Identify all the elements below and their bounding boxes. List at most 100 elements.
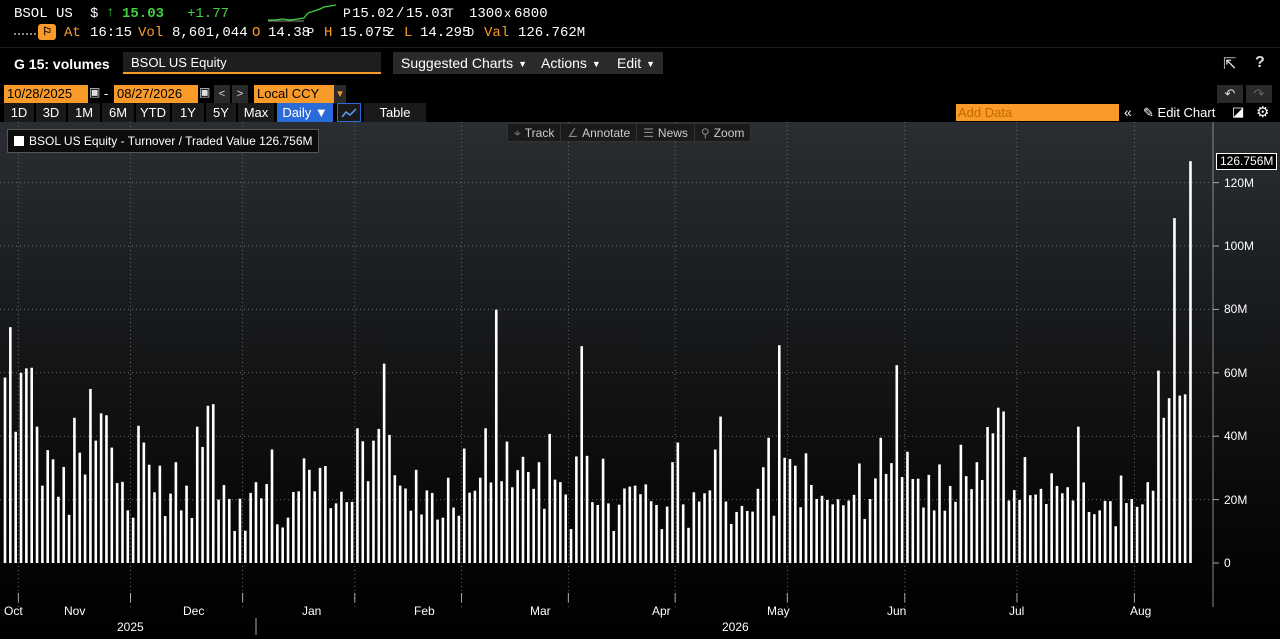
volume-bar bbox=[78, 452, 82, 563]
volume-bar bbox=[745, 511, 749, 563]
period-max[interactable]: Max bbox=[238, 103, 274, 122]
undo-icon[interactable]: ↶ bbox=[1217, 85, 1243, 103]
ticker[interactable]: BSOL US bbox=[14, 6, 73, 22]
volume-bar bbox=[1103, 500, 1107, 563]
size-separator: x bbox=[504, 7, 512, 21]
ask-price: 15.03 bbox=[406, 6, 449, 22]
volume-bar bbox=[398, 485, 402, 563]
traded-value: 126.762M bbox=[518, 25, 586, 41]
security-input[interactable]: BSOL US Equity bbox=[123, 52, 381, 74]
add-data-input[interactable]: Add Data bbox=[956, 104, 1119, 121]
volume-bar bbox=[815, 498, 818, 563]
low-value: 14.295 bbox=[420, 25, 471, 41]
volume-bar bbox=[537, 462, 541, 563]
volume-bar bbox=[804, 453, 808, 563]
quote-strip: BSOL US $ ↑ 15.03 +1.77 P 15.02 / 15.03 … bbox=[0, 0, 1280, 44]
volume-bar bbox=[943, 510, 947, 563]
pencil-icon: ✎ bbox=[1143, 105, 1154, 120]
edit-button[interactable]: Edit ▼ bbox=[609, 52, 664, 74]
actions-button[interactable]: Actions ▼ bbox=[533, 52, 609, 74]
volume-bar bbox=[137, 425, 140, 563]
table-button[interactable]: Table bbox=[364, 103, 426, 122]
frequency-select[interactable]: Daily ▼ bbox=[277, 103, 333, 122]
period-1d[interactable]: 1D bbox=[4, 103, 34, 122]
suggested-charts-button[interactable]: Suggested Charts ▼ bbox=[393, 52, 535, 74]
chart-area[interactable] bbox=[0, 122, 1280, 639]
y-tick-label: 100M bbox=[1224, 239, 1255, 253]
chart-legend[interactable]: BSOL US Equity - Turnover / Traded Value… bbox=[7, 129, 320, 153]
volume-bar bbox=[820, 495, 824, 563]
period-5y[interactable]: 5Y bbox=[206, 103, 236, 122]
volume-bar bbox=[340, 491, 343, 563]
volume-bar bbox=[404, 488, 407, 563]
volume-bar bbox=[286, 517, 290, 563]
volume-bar bbox=[559, 482, 562, 563]
volume-bar bbox=[863, 518, 867, 563]
line-chart-icon[interactable] bbox=[337, 103, 361, 122]
chevron-right-icon[interactable]: > bbox=[232, 85, 248, 103]
period-6m[interactable]: 6M bbox=[102, 103, 134, 122]
end-date-input[interactable]: 08/27/2026 bbox=[114, 85, 198, 103]
volume-bar bbox=[964, 476, 968, 563]
open-value: 14.38 bbox=[268, 25, 311, 41]
volume-bar bbox=[633, 485, 637, 563]
volume-bar bbox=[713, 449, 717, 563]
actions-label: Actions bbox=[541, 55, 587, 71]
volume-bar bbox=[83, 474, 87, 563]
volume-bar bbox=[516, 470, 519, 563]
edit-chart-button[interactable]: ✎ Edit Chart bbox=[1143, 103, 1215, 122]
export-icon[interactable]: ⇱ bbox=[1223, 54, 1236, 74]
volume-bar bbox=[799, 507, 802, 563]
gear-icon[interactable]: ⚙ bbox=[1256, 103, 1269, 121]
x-tick-label: Feb bbox=[414, 604, 435, 618]
volume-bar bbox=[852, 494, 856, 563]
volume-bar bbox=[105, 415, 108, 563]
currency-select[interactable]: Local CCY bbox=[254, 85, 334, 103]
volume-bar bbox=[345, 502, 349, 563]
zoom-tool[interactable]: ⚲ Zoom bbox=[695, 124, 750, 142]
start-date-input[interactable]: 10/28/2025 bbox=[4, 85, 88, 103]
chevron-down-icon[interactable]: ▾ bbox=[334, 85, 346, 103]
crosshair-icon: ⌖ bbox=[514, 126, 521, 140]
period-1y[interactable]: 1Y bbox=[172, 103, 204, 122]
volume-bar bbox=[826, 499, 829, 563]
help-icon[interactable]: ? bbox=[1255, 54, 1265, 72]
period-ytd[interactable]: YTD bbox=[136, 103, 170, 122]
chevron-left-icon[interactable]: < bbox=[214, 85, 230, 103]
volume-bar bbox=[697, 501, 701, 563]
volume-bar bbox=[794, 465, 797, 563]
calendar-icon[interactable]: ▣ bbox=[199, 85, 210, 99]
volume-bar bbox=[842, 505, 845, 563]
year-label: 2026 bbox=[722, 620, 749, 634]
track-tool[interactable]: ⌖ Track bbox=[508, 124, 562, 142]
page-title: G 15: volumes bbox=[14, 56, 110, 72]
volume-bar bbox=[580, 346, 584, 563]
volume-bar bbox=[980, 479, 984, 563]
edit-chart-label: Edit Chart bbox=[1157, 105, 1216, 120]
volume-bar bbox=[292, 491, 295, 563]
calendar-icon[interactable]: ▣ bbox=[89, 85, 100, 99]
period-1m[interactable]: 1M bbox=[68, 103, 100, 122]
year-label: 2025 bbox=[117, 620, 144, 634]
annotate-tool[interactable]: ∠ Annotate bbox=[561, 124, 638, 142]
volume-bar bbox=[131, 517, 135, 563]
volume-bar bbox=[1087, 511, 1091, 563]
volume-bar bbox=[900, 477, 904, 563]
collapse-left-icon[interactable]: « bbox=[1124, 104, 1132, 120]
volume-bar bbox=[457, 515, 461, 563]
currency-symbol: $ bbox=[90, 6, 99, 22]
volume-bar bbox=[99, 413, 103, 563]
volume-bar bbox=[847, 500, 851, 563]
period-3d[interactable]: 3D bbox=[36, 103, 66, 122]
volume-bar bbox=[671, 462, 674, 563]
volume-bar bbox=[190, 517, 194, 563]
volume-bar bbox=[890, 463, 893, 563]
zoom-icon: ⚲ bbox=[700, 126, 710, 140]
volume-bar bbox=[911, 478, 915, 563]
draw-tool-icon[interactable]: ◪ bbox=[1232, 104, 1244, 120]
volume-bar bbox=[938, 464, 941, 563]
exchange-alert-icon[interactable]: ⚐ bbox=[38, 24, 56, 40]
redo-icon[interactable]: ↷ bbox=[1246, 85, 1272, 103]
news-tool[interactable]: ☰ News bbox=[637, 124, 695, 142]
volume-bar bbox=[206, 405, 210, 563]
